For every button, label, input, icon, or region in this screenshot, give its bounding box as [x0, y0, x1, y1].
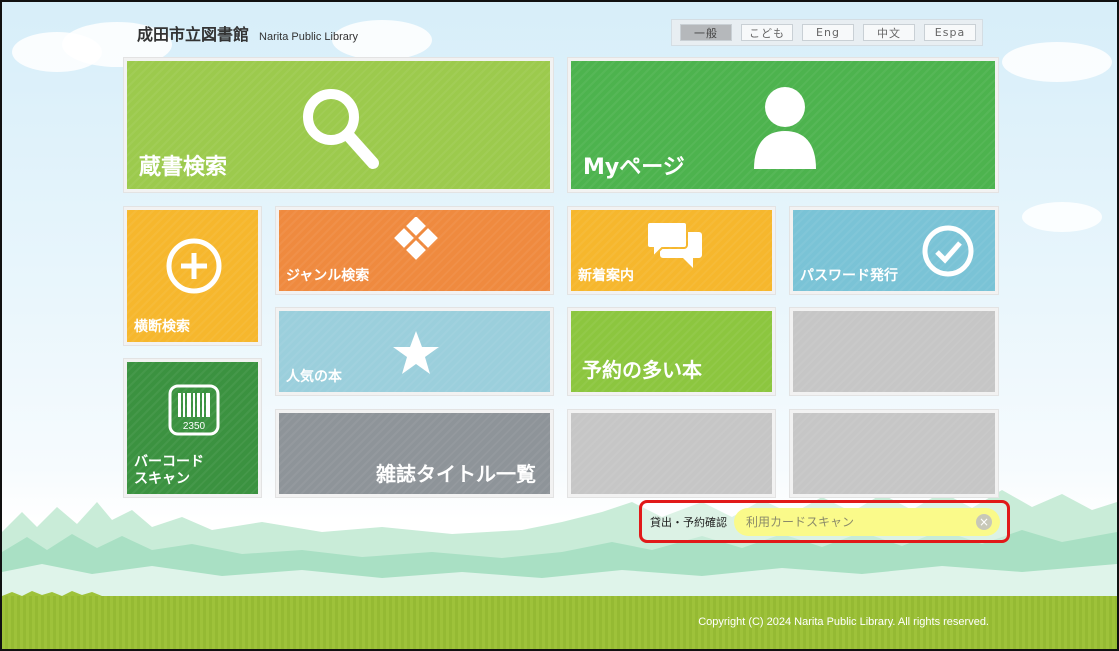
barcode-number: 2350	[183, 421, 206, 432]
logo-title-en: Narita Public Library	[259, 31, 359, 43]
barcode-icon: 2350	[168, 384, 220, 436]
lang-chinese-button[interactable]: 中文	[863, 24, 915, 41]
tile-cross-search[interactable]: 横断検索	[124, 207, 261, 345]
star-icon	[393, 331, 439, 374]
tile-empty	[568, 410, 775, 497]
language-switcher: 一般 こども Eng 中文 Espa	[671, 19, 983, 46]
tile-label: 予約の多い本	[582, 358, 702, 382]
cloud	[1022, 202, 1102, 232]
tile-magazine-list[interactable]: 雑誌タイトル一覧	[276, 410, 553, 497]
lending-check-box: 貸出・予約確認 ×	[639, 500, 1010, 543]
tile-label-line2: スキャン	[134, 471, 190, 488]
tile-label: パスワード発行	[800, 268, 898, 285]
copyright-text: Copyright (C) 2024 Narita Public Library…	[698, 616, 989, 628]
app-window: Copyright (C) 2024 Narita Public Library…	[0, 0, 1119, 651]
card-scan-input[interactable]	[734, 508, 964, 535]
cloud	[1002, 42, 1112, 82]
tile-collection-search[interactable]: 蔵書検索	[124, 58, 553, 192]
tile-label: 新着案内	[578, 268, 634, 285]
tile-popular-books[interactable]: 人気の本	[276, 308, 553, 395]
tile-label: バーコード スキャン	[134, 454, 204, 488]
lang-spanish-button[interactable]: Espa	[924, 24, 976, 41]
user-icon	[754, 87, 816, 169]
tile-label: Myページ	[583, 154, 685, 180]
tile-genre-search[interactable]: ジャンル検索	[276, 207, 553, 294]
lang-general-button[interactable]: 一般	[680, 24, 732, 41]
tile-label: 蔵書検索	[139, 154, 228, 180]
library-logo[interactable]: 成田市立図書館 Narita Public Library	[137, 21, 358, 45]
tile-password-issue[interactable]: パスワード発行	[790, 207, 998, 294]
tile-label: 横断検索	[134, 319, 190, 336]
lang-english-button[interactable]: Eng	[802, 24, 854, 41]
tile-label: 人気の本	[286, 369, 342, 386]
card-scan-field: ×	[734, 507, 1000, 536]
tile-barcode-scan[interactable]: 2350 バーコード スキャン	[124, 359, 261, 497]
plus-circle-icon	[166, 238, 222, 294]
tile-new-arrivals[interactable]: 新着案内	[568, 207, 775, 294]
check-circle-icon	[922, 225, 974, 277]
chat-bubbles-icon	[647, 221, 702, 268]
logo-title-jp: 成田市立図書館	[137, 25, 250, 44]
tile-label: ジャンル検索	[286, 268, 370, 285]
tile-label: 雑誌タイトル一覧	[376, 462, 536, 486]
tile-empty	[790, 410, 998, 497]
search-icon	[303, 89, 379, 169]
lending-check-label: 貸出・予約確認	[650, 515, 727, 529]
clear-icon[interactable]: ×	[976, 513, 992, 530]
tile-empty	[790, 308, 998, 395]
diamond-grid-icon	[394, 217, 438, 260]
lang-kids-button[interactable]: こども	[741, 24, 793, 41]
tile-label-line1: バーコード	[134, 454, 204, 471]
tile-most-reserved[interactable]: 予約の多い本	[568, 308, 775, 395]
tile-mypage[interactable]: Myページ	[568, 58, 998, 192]
